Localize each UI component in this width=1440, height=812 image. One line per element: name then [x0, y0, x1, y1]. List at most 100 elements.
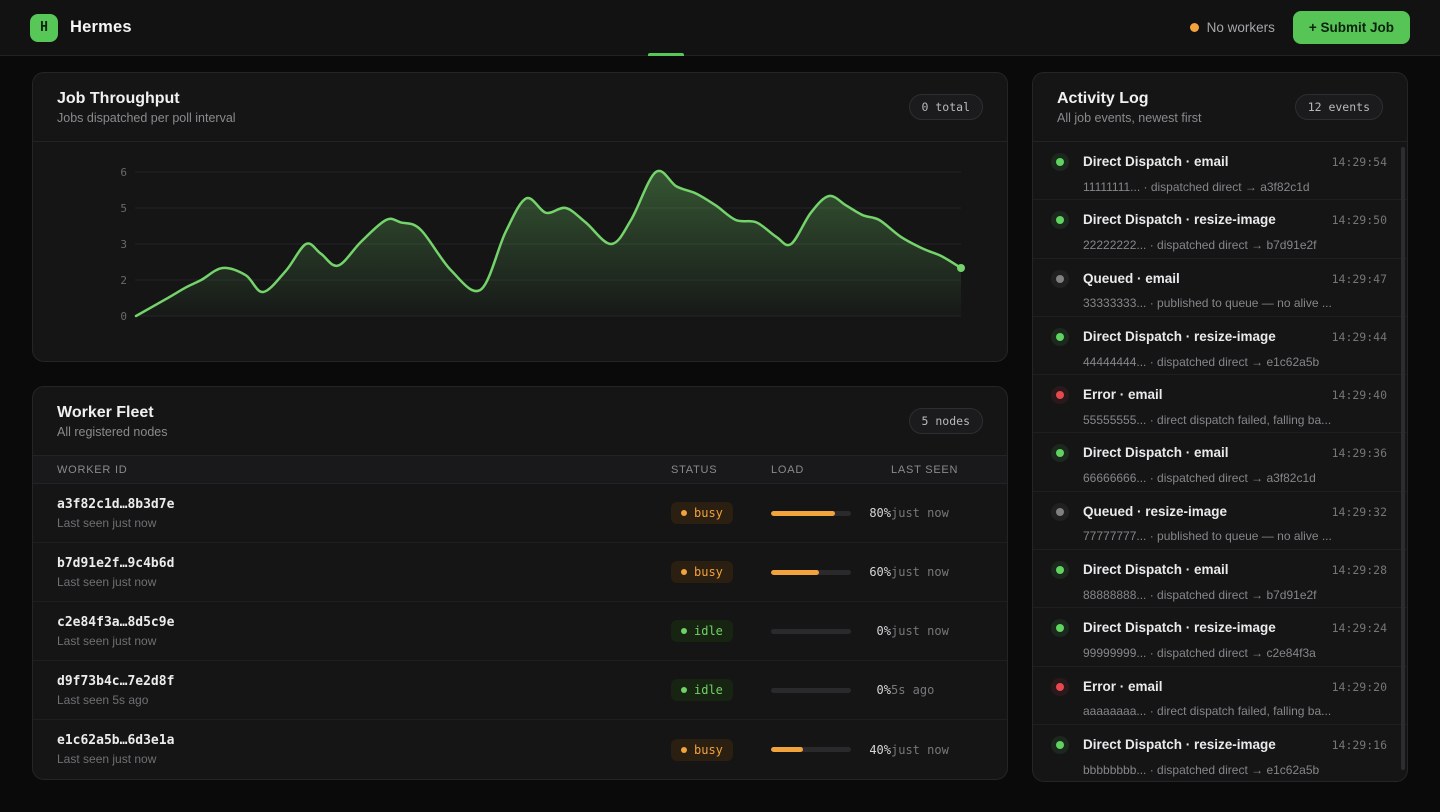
activity-event-row: Direct Dispatch · resize-image 14:29:50 …	[1033, 200, 1407, 258]
activity-event-row: Queued · resize-image 14:29:32 77777777.…	[1033, 492, 1407, 550]
load-bar-track	[771, 688, 851, 693]
load-bar-track	[771, 511, 851, 516]
event-timestamp: 14:29:32	[1322, 503, 1387, 521]
event-title: Error · email	[1083, 386, 1322, 404]
col-last-seen: Last Seen	[891, 464, 983, 476]
worker-load-cell: 40%	[771, 743, 891, 757]
throughput-chart-svg: 65320	[33, 142, 1007, 361]
event-status-icon	[1051, 736, 1069, 754]
activity-event-row: Direct Dispatch · resize-image 14:29:44 …	[1033, 317, 1407, 375]
hermes-logo-icon: H	[30, 14, 58, 42]
event-title: Direct Dispatch · resize-image	[1083, 619, 1322, 637]
total-jobs-badge: 0 total	[909, 94, 983, 120]
event-dot-icon	[1056, 566, 1064, 574]
job-throughput-card: Job Throughput Jobs dispatched per poll …	[32, 72, 1008, 362]
load-bar-fill	[771, 747, 803, 752]
worker-status-cell: idle	[671, 620, 771, 642]
top-nav: H Hermes No workers + Submit Job	[0, 0, 1440, 56]
event-status-icon	[1051, 561, 1069, 579]
activity-event-row: Direct Dispatch · resize-image 14:29:24 …	[1033, 608, 1407, 666]
svg-text:0: 0	[120, 310, 127, 323]
status-dot-icon	[1190, 23, 1199, 32]
nav-tabs	[648, 0, 792, 56]
job-throughput-header: Job Throughput Jobs dispatched per poll …	[33, 73, 1007, 141]
event-detail: 44444444... · dispatched direct → e1c62a…	[1083, 355, 1387, 369]
col-load: Load	[771, 464, 891, 476]
event-dot-icon	[1056, 391, 1064, 399]
svg-text:6: 6	[120, 166, 127, 179]
worker-id-cell: e1c62a5b…6d3e1a Last seen just now	[57, 733, 671, 766]
worker-status-label: No workers	[1207, 20, 1275, 35]
event-detail: aaaaaaaa... · direct dispatch failed, fa…	[1083, 704, 1387, 718]
event-title: Error · email	[1083, 678, 1322, 696]
event-timestamp: 14:29:47	[1322, 270, 1387, 288]
fleet-table-body: a3f82c1d…8b3d7e Last seen just now busy …	[33, 484, 1007, 779]
nav-tab-dead-letter[interactable]	[756, 0, 792, 56]
job-throughput-title: Job Throughput	[57, 90, 236, 108]
load-percent: 0%	[877, 624, 891, 638]
worker-status-badge: idle	[671, 679, 733, 701]
worker-status-badge: idle	[671, 620, 733, 642]
event-dot-icon	[1056, 216, 1064, 224]
event-detail: 55555555... · direct dispatch failed, fa…	[1083, 413, 1387, 427]
col-worker-id: Worker ID	[57, 464, 671, 476]
nav-tab-queue[interactable]	[720, 0, 756, 56]
event-status-icon	[1051, 386, 1069, 404]
status-dot-icon	[681, 510, 687, 516]
event-status-icon	[1051, 619, 1069, 637]
event-title: Direct Dispatch · email	[1083, 561, 1322, 579]
submit-job-button[interactable]: + Submit Job	[1293, 11, 1410, 44]
event-title: Direct Dispatch · email	[1083, 444, 1322, 462]
worker-last-seen-sub: Last seen just now	[57, 516, 671, 530]
worker-status-badge: busy	[671, 561, 733, 583]
activity-event-list[interactable]: Direct Dispatch · email 14:29:54 1111111…	[1033, 142, 1407, 781]
event-count-badge: 12 events	[1295, 94, 1383, 120]
event-dot-icon	[1056, 449, 1064, 457]
left-column: Job Throughput Jobs dispatched per poll …	[32, 72, 1008, 780]
activity-log-card: Activity Log All job events, newest firs…	[1032, 72, 1408, 782]
event-detail: 66666666... · dispatched direct → a3f82c…	[1083, 471, 1387, 485]
event-timestamp: 14:29:44	[1322, 328, 1387, 346]
event-dot-icon	[1056, 275, 1064, 283]
event-timestamp: 14:29:54	[1322, 153, 1387, 171]
worker-load-cell: 60%	[771, 565, 891, 579]
worker-last-seen: just now	[891, 565, 983, 579]
event-title: Direct Dispatch · resize-image	[1083, 736, 1322, 754]
nav-tab-workers[interactable]	[684, 0, 720, 56]
event-timestamp: 14:29:16	[1322, 736, 1387, 754]
activity-event-row: Error · email 14:29:40 55555555... · dir…	[1033, 375, 1407, 433]
worker-id: c2e84f3a…8d5c9e	[57, 615, 671, 630]
scrollbar-thumb[interactable]	[1401, 147, 1405, 770]
worker-fleet-subtitle: All registered nodes	[57, 425, 167, 439]
worker-status-text: busy	[694, 565, 723, 579]
event-title: Direct Dispatch · resize-image	[1083, 211, 1322, 229]
event-status-icon	[1051, 328, 1069, 346]
worker-status-cell: busy	[671, 502, 771, 524]
brand: H Hermes	[30, 14, 132, 42]
worker-load-cell: 80%	[771, 506, 891, 520]
worker-row: b7d91e2f…9c4b6d Last seen just now busy …	[33, 543, 1007, 602]
activity-event-row: Error · email 14:29:20 aaaaaaaa... · dir…	[1033, 667, 1407, 725]
event-title: Queued · email	[1083, 270, 1322, 288]
node-count-badge: 5 nodes	[909, 408, 983, 434]
status-dot-icon	[681, 569, 687, 575]
worker-id: a3f82c1d…8b3d7e	[57, 497, 671, 512]
event-status-icon	[1051, 270, 1069, 288]
worker-status-text: busy	[694, 743, 723, 757]
event-timestamp: 14:29:28	[1322, 561, 1387, 579]
nav-tab-live-monitoring[interactable]	[648, 0, 684, 56]
status-dot-icon	[681, 687, 687, 693]
fleet-table-header: Worker ID Status Load Last Seen	[33, 455, 1007, 484]
activity-event-row: Direct Dispatch · email 14:29:54 1111111…	[1033, 142, 1407, 200]
nav-right: No workers + Submit Job	[1190, 11, 1410, 44]
worker-row: c2e84f3a…8d5c9e Last seen just now idle …	[33, 602, 1007, 661]
worker-last-seen-sub: Last seen just now	[57, 752, 671, 766]
worker-status-indicator: No workers	[1190, 20, 1275, 35]
event-timestamp: 14:29:20	[1322, 678, 1387, 696]
svg-text:3: 3	[120, 238, 127, 251]
event-dot-icon	[1056, 683, 1064, 691]
event-status-icon	[1051, 211, 1069, 229]
status-dot-icon	[681, 628, 687, 634]
event-title: Queued · resize-image	[1083, 503, 1322, 521]
activity-event-row: Direct Dispatch · email 14:29:28 8888888…	[1033, 550, 1407, 608]
